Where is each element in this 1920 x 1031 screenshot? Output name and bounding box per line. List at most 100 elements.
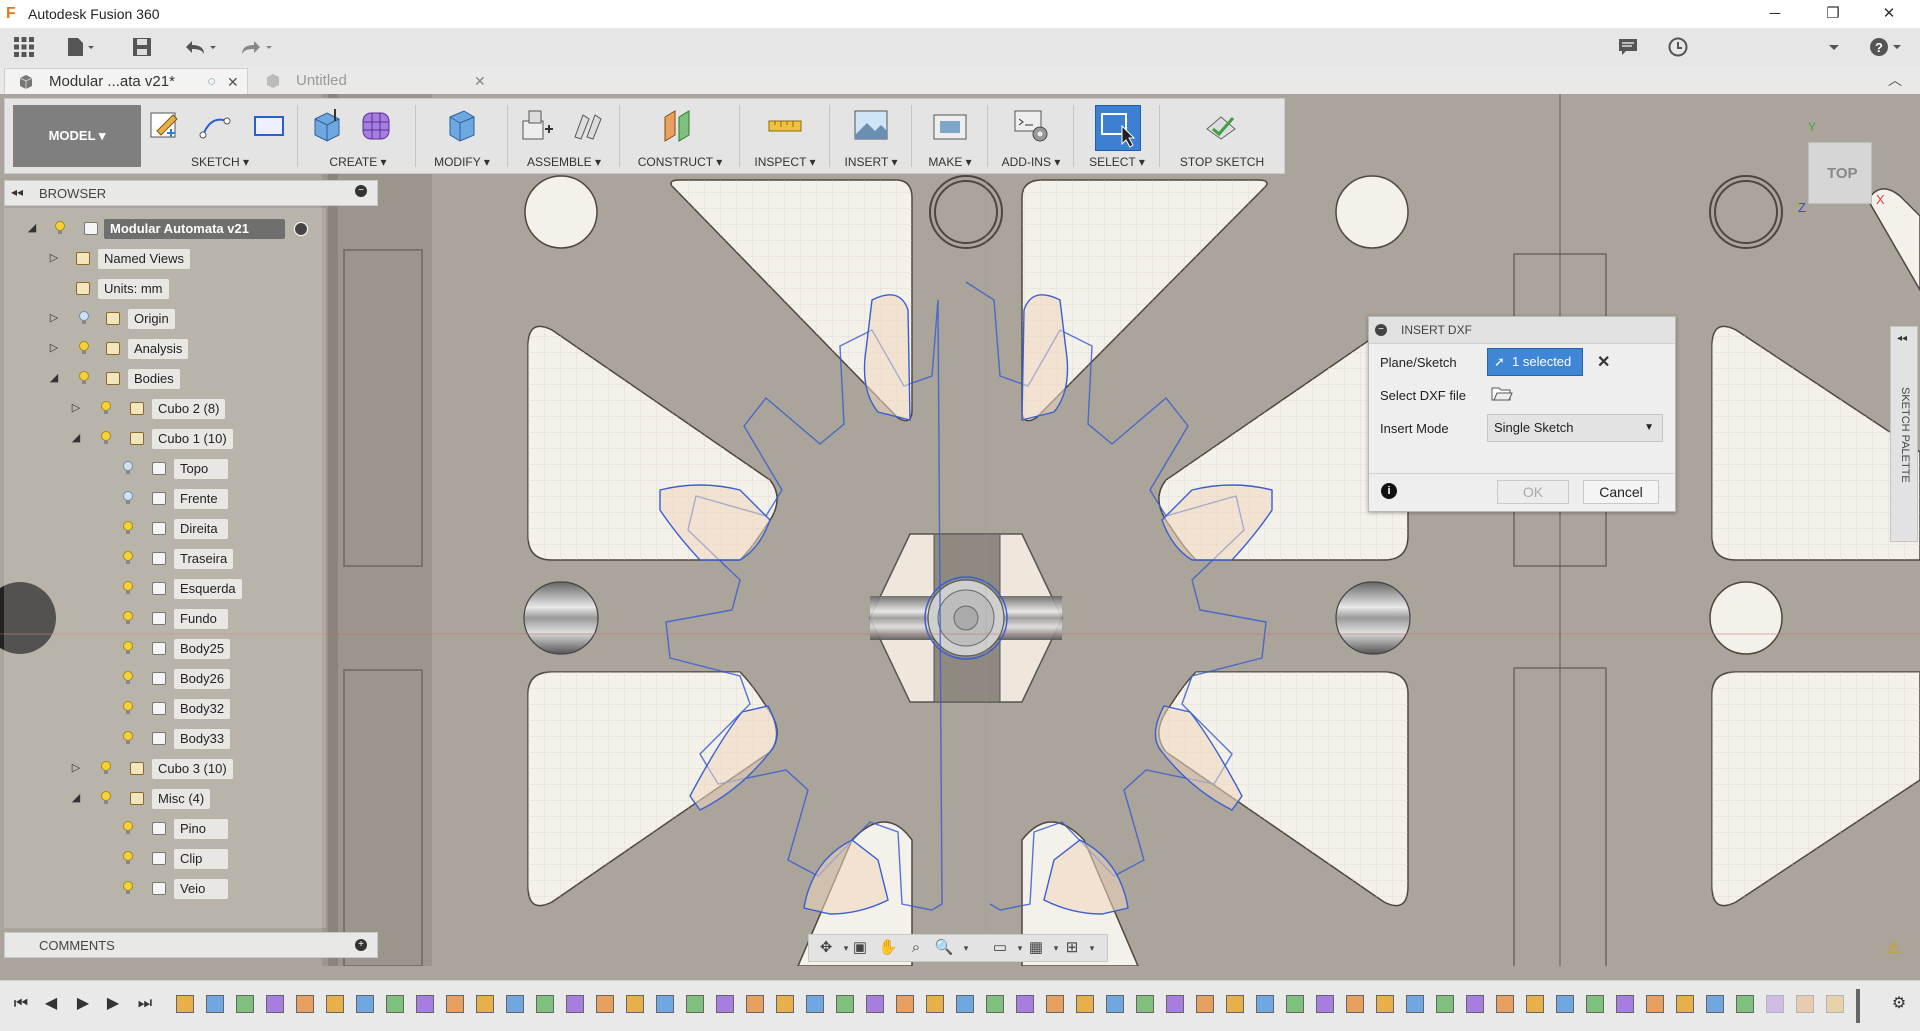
timeline-feature-icon[interactable] <box>476 995 494 1013</box>
activate-radio-icon[interactable] <box>294 222 308 236</box>
tree-node-body[interactable]: Topo <box>112 456 312 482</box>
timeline-feature-icon[interactable] <box>1826 995 1844 1013</box>
expand-icon[interactable]: ▷ <box>48 342 60 354</box>
timeline-marker[interactable] <box>1856 989 1860 1023</box>
notifications-icon[interactable] <box>1616 36 1640 58</box>
rectangle-icon[interactable] <box>251 107 287 143</box>
dialog-header[interactable]: − INSERT DXF <box>1369 317 1675 344</box>
timeline-feature-icon[interactable] <box>1136 995 1154 1013</box>
timeline-feature-icon[interactable] <box>716 995 734 1013</box>
tree-node-body[interactable]: Body26 <box>112 666 312 692</box>
timeline-feature-icon[interactable] <box>236 995 254 1013</box>
look-at-icon[interactable]: ▣ <box>849 939 871 957</box>
tree-node-origin[interactable]: ▷ Origin <box>48 306 328 332</box>
collapse-ribbon-icon[interactable]: ︿ <box>1888 70 1902 90</box>
apps-grid-icon[interactable] <box>12 36 36 58</box>
save-icon[interactable] <box>130 36 154 58</box>
timeline-feature-icon[interactable] <box>1646 995 1664 1013</box>
timeline-feature-icon[interactable] <box>1226 995 1244 1013</box>
collapse-icon[interactable]: ◢ <box>26 222 38 234</box>
tree-node-body[interactable]: Frente <box>112 486 312 512</box>
tree-node-analysis[interactable]: ▷ Analysis <box>48 336 328 362</box>
visibility-bulb-icon[interactable] <box>122 671 134 685</box>
expand-icon[interactable]: ▷ <box>48 252 60 264</box>
timeline-feature-icon[interactable] <box>1286 995 1304 1013</box>
line-icon[interactable] <box>199 107 235 143</box>
timeline-feature-icon[interactable] <box>836 995 854 1013</box>
play-icon[interactable]: ▶ <box>72 993 94 1015</box>
tab-close-icon[interactable]: ✕ <box>227 69 239 95</box>
viewports-dropdown-icon[interactable]: ▾ <box>1081 939 1103 957</box>
browser-options-icon[interactable]: − <box>355 185 367 197</box>
orbit-icon[interactable]: ✥ <box>815 939 837 957</box>
timeline-feature-icon[interactable] <box>206 995 224 1013</box>
plane-sketch-selection-button[interactable]: ➚ 1 selected <box>1487 348 1583 376</box>
create-sketch-icon[interactable] <box>147 107 183 143</box>
timeline-feature-icon[interactable] <box>1256 995 1274 1013</box>
visibility-bulb-icon[interactable] <box>122 461 134 475</box>
timeline-feature-icon[interactable] <box>1316 995 1334 1013</box>
tree-node-body[interactable]: Traseira <box>112 546 312 572</box>
timeline-feature-icon[interactable] <box>536 995 554 1013</box>
viewports-icon[interactable]: ⊞ <box>1061 939 1083 957</box>
visibility-bulb-icon[interactable] <box>122 731 134 745</box>
tree-node-body[interactable]: Body25 <box>112 636 312 662</box>
timeline-feature-icon[interactable] <box>986 995 1004 1013</box>
info-icon[interactable]: i <box>1381 483 1397 499</box>
cancel-button[interactable]: Cancel <box>1583 480 1659 504</box>
3d-print-icon[interactable] <box>932 107 968 143</box>
assemble-group[interactable]: ASSEMBLE ▾ <box>511 99 617 173</box>
tree-node-body[interactable]: Body32 <box>112 696 312 722</box>
close-button[interactable]: ✕ <box>1866 0 1912 28</box>
tree-node-body[interactable]: Direita <box>112 516 312 542</box>
zoom-window-icon[interactable]: 🔍 <box>933 939 955 957</box>
view-cube-face[interactable]: TOP <box>1827 165 1858 182</box>
timeline-feature-icon[interactable] <box>506 995 524 1013</box>
timeline-feature-icon[interactable] <box>896 995 914 1013</box>
insert-group[interactable]: INSERT ▾ <box>833 99 909 173</box>
timeline-feature-icon[interactable] <box>1496 995 1514 1013</box>
offset-plane-icon[interactable] <box>661 107 697 143</box>
workspace-switcher-button[interactable]: MODEL ▾ <box>13 105 141 167</box>
timeline-feature-icon[interactable] <box>1436 995 1454 1013</box>
stop-sketch-group[interactable]: STOP SKETCH <box>1163 99 1281 173</box>
insert-mode-dropdown[interactable]: Single Sketch ▼ <box>1487 414 1663 442</box>
timeline-feature-icon[interactable] <box>1616 995 1634 1013</box>
timeline-feature-icon[interactable] <box>1796 995 1814 1013</box>
step-back-icon[interactable]: ◀ <box>40 993 62 1015</box>
visibility-bulb-icon[interactable] <box>122 491 134 505</box>
timeline-feature-icon[interactable] <box>626 995 644 1013</box>
account-dropdown-icon[interactable] <box>1822 36 1846 58</box>
timeline-feature-icon[interactable] <box>776 995 794 1013</box>
timeline-feature-icon[interactable] <box>1406 995 1424 1013</box>
comments-panel-header[interactable]: COMMENTS + <box>4 932 378 958</box>
timeline-feature-icon[interactable] <box>956 995 974 1013</box>
visibility-bulb-icon[interactable] <box>122 521 134 535</box>
stop-sketch-icon[interactable] <box>1203 107 1239 143</box>
expand-icon[interactable]: ▷ <box>70 762 82 774</box>
timeline-feature-icon[interactable] <box>1556 995 1574 1013</box>
timeline-feature-icon[interactable] <box>446 995 464 1013</box>
timeline-feature-icon[interactable] <box>1016 995 1034 1013</box>
construct-group[interactable]: CONSTRUCT ▾ <box>623 99 737 173</box>
timeline-feature-icon[interactable] <box>416 995 434 1013</box>
timeline-feature-icon[interactable] <box>1466 995 1484 1013</box>
file-menu-icon[interactable] <box>66 36 94 58</box>
form-icon[interactable] <box>359 107 395 143</box>
expand-icon[interactable]: ▷ <box>70 402 82 414</box>
timeline-settings-gear-icon[interactable]: ⚙ <box>1888 993 1910 1015</box>
timeline-feature-icon[interactable] <box>296 995 314 1013</box>
go-to-end-icon[interactable]: ⏭ <box>134 993 156 1015</box>
visibility-bulb-icon[interactable] <box>100 431 112 445</box>
timeline-feature-icon[interactable] <box>1106 995 1124 1013</box>
visibility-bulb-icon[interactable] <box>122 851 134 865</box>
visibility-bulb-icon[interactable] <box>122 821 134 835</box>
timeline-feature-icon[interactable] <box>1676 995 1694 1013</box>
timeline-feature-icon[interactable] <box>1196 995 1214 1013</box>
clear-selection-icon[interactable]: ✕ <box>1597 352 1610 372</box>
zoom-icon[interactable]: ⌕ <box>905 939 927 957</box>
sketch-palette-tab[interactable]: ◂◂ SKETCH PALETTE <box>1890 326 1918 542</box>
tree-node-body[interactable]: Veio <box>112 876 312 902</box>
visibility-bulb-icon[interactable] <box>122 611 134 625</box>
visibility-bulb-icon[interactable] <box>100 761 112 775</box>
